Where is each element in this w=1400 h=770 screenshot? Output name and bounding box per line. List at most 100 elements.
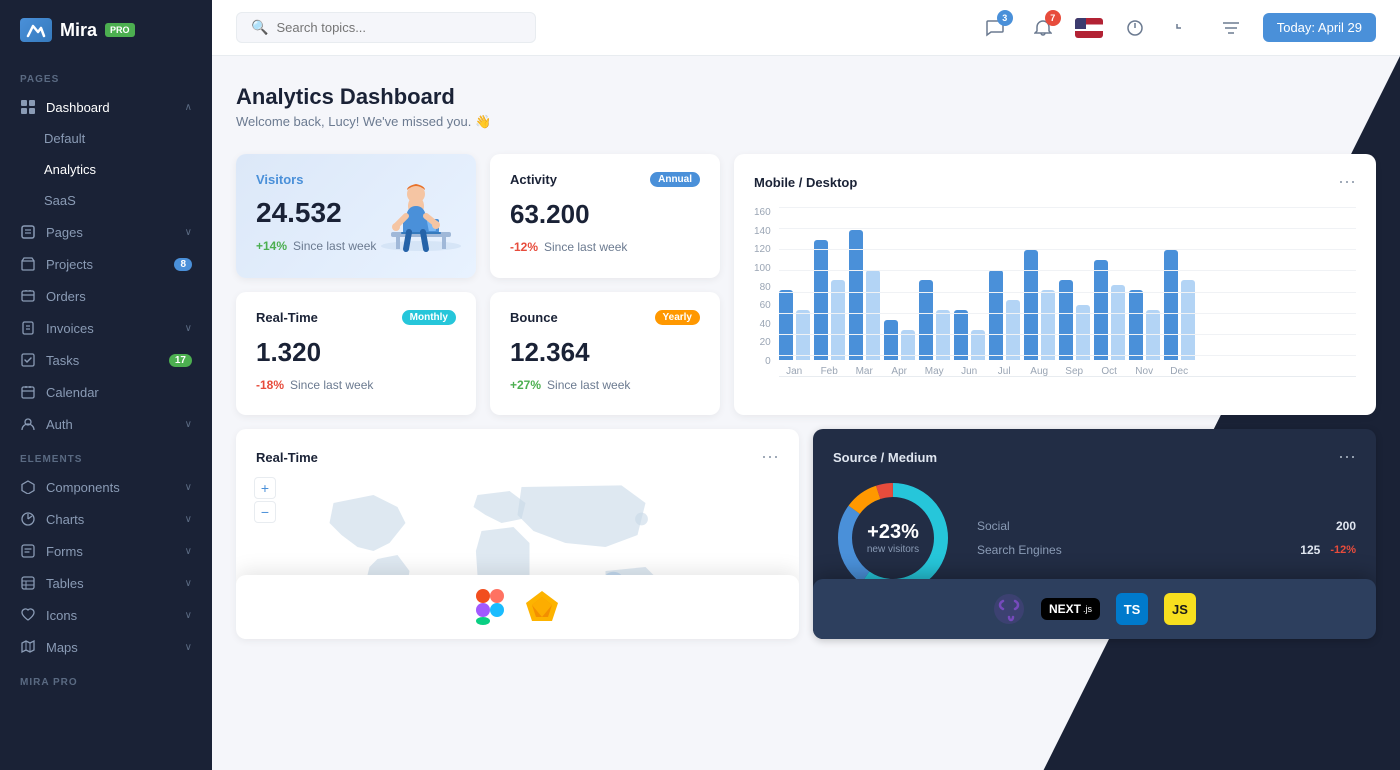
search-box[interactable]: 🔍 <box>236 12 536 43</box>
bar-aug-dark <box>1024 250 1038 360</box>
bar-may: May <box>919 280 950 377</box>
donut-pct: +23% <box>867 521 919 544</box>
sidebar-item-components[interactable]: Components ∨ <box>0 471 212 503</box>
donut-center: +23% new visitors <box>867 521 919 555</box>
notifications-button[interactable]: 7 <box>1027 12 1059 44</box>
topbar: 🔍 3 7 <box>212 0 1400 56</box>
sidebar-item-forms[interactable]: Forms ∨ <box>0 535 212 567</box>
messages-button[interactable]: 3 <box>979 12 1011 44</box>
bar-apr: Apr <box>884 320 915 377</box>
bounce-value: 12.364 <box>510 337 700 368</box>
activity-header: Activity Annual <box>510 172 700 187</box>
search-engines-change: -12% <box>1330 544 1356 556</box>
bar-oct: Oct <box>1094 260 1125 377</box>
sidebar-item-invoices[interactable]: Invoices ∨ <box>0 312 212 344</box>
source-row-social: Social 200 <box>977 519 1356 533</box>
bars-container: Jan Feb <box>779 207 1356 397</box>
bar-sep: Sep <box>1059 280 1090 377</box>
messages-badge: 3 <box>997 10 1013 26</box>
bar-jun: Jun <box>954 310 985 377</box>
sidebar-item-orders[interactable]: Orders <box>0 280 212 312</box>
grid-icon <box>20 99 36 115</box>
charts-icon <box>20 511 36 527</box>
sidebar-item-default[interactable]: Default <box>0 123 212 154</box>
orders-label: Orders <box>46 289 192 304</box>
forms-label: Forms <box>46 544 175 559</box>
map-more-icon[interactable]: ⋯ <box>761 447 779 468</box>
sidebar-item-icons[interactable]: Icons ∨ <box>0 599 212 631</box>
pages-label: Pages <box>46 225 175 240</box>
donut-label: new visitors <box>867 544 919 555</box>
map-zoom-in[interactable]: + <box>254 477 276 499</box>
search-engines-value: 125 <box>1300 543 1320 557</box>
charts-chevron: ∨ <box>185 514 192 525</box>
bar-aug: Aug <box>1024 250 1055 377</box>
main-area: 🔍 3 7 <box>212 0 1400 770</box>
page-header: Analytics Dashboard Welcome back, Lucy! … <box>236 84 1376 130</box>
icons-chevron: ∨ <box>185 610 192 621</box>
sidebar-item-dashboard[interactable]: Dashboard ∧ <box>0 91 212 123</box>
realtime-header: Real-Time Monthly <box>256 310 456 325</box>
tasks-badge: 17 <box>169 354 192 367</box>
realtime-title: Real-Time <box>256 310 318 325</box>
sidebar-item-tasks[interactable]: Tasks 17 <box>0 344 212 376</box>
page-content: Analytics Dashboard Welcome back, Lucy! … <box>212 56 1400 770</box>
visitors-change: +14% Since last week <box>256 239 456 253</box>
app-logo[interactable]: Mira PRO <box>0 0 212 60</box>
sidebar-item-tables[interactable]: Tables ∨ <box>0 567 212 599</box>
sidebar-item-maps[interactable]: Maps ∨ <box>0 631 212 663</box>
sidebar-item-pages[interactable]: Pages ∨ <box>0 216 212 248</box>
icons-label: Icons <box>46 608 175 623</box>
tables-chevron: ∨ <box>185 578 192 589</box>
today-button[interactable]: Today: April 29 <box>1263 13 1376 42</box>
activity-card: Activity Annual 63.200 -12% Since last w… <box>490 154 720 278</box>
heart-icon <box>20 607 36 623</box>
brand-logos-light <box>236 575 799 639</box>
bar-feb-dark <box>814 240 828 360</box>
projects-icon <box>20 256 36 272</box>
bar-may-light <box>936 310 950 360</box>
charts-label: Charts <box>46 512 175 527</box>
activity-change-label: Since last week <box>544 240 627 254</box>
content-inner: Analytics Dashboard Welcome back, Lucy! … <box>212 56 1400 770</box>
language-selector[interactable] <box>1075 18 1103 38</box>
sidebar-item-calendar[interactable]: Calendar <box>0 376 212 408</box>
sidebar-item-saas[interactable]: SaaS <box>0 185 212 216</box>
app-name: Mira <box>60 20 97 41</box>
sidebar-item-projects[interactable]: Projects 8 <box>0 248 212 280</box>
mobile-desktop-card: Mobile / Desktop ⋯ 160 140 120 100 80 60… <box>734 154 1376 415</box>
activity-value: 63.200 <box>510 199 700 230</box>
source-row-search: Search Engines 125 -12% <box>977 543 1356 557</box>
bar-apr-light <box>901 330 915 360</box>
search-input[interactable] <box>276 20 521 35</box>
visitors-change-label: Since last week <box>293 239 376 253</box>
refresh-button[interactable] <box>1167 12 1199 44</box>
visitors-title: Visitors <box>256 172 456 187</box>
bounce-change-label: Since last week <box>547 378 630 392</box>
page-title: Analytics Dashboard <box>236 84 491 110</box>
sidebar-item-auth[interactable]: Auth ∨ <box>0 408 212 440</box>
sidebar-item-analytics[interactable]: Analytics <box>0 154 212 185</box>
default-label: Default <box>44 131 192 146</box>
chart-more-icon[interactable]: ⋯ <box>1338 172 1356 193</box>
realtime-value: 1.320 <box>256 337 456 368</box>
bar-jul-light <box>1006 300 1020 360</box>
invoices-icon <box>20 320 36 336</box>
bounce-badge: Yearly <box>655 310 700 325</box>
components-label: Components <box>46 480 175 495</box>
sidebar-item-charts[interactable]: Charts ∨ <box>0 503 212 535</box>
analytics-label: Analytics <box>44 162 192 177</box>
map-zoom-out[interactable]: − <box>254 501 276 523</box>
bounce-change-pct: +27% <box>510 378 541 392</box>
power-button[interactable] <box>1119 12 1151 44</box>
social-value: 200 <box>1336 519 1356 533</box>
activity-badge: Annual <box>650 172 700 187</box>
maps-icon <box>20 639 36 655</box>
bar-mar-dark <box>849 230 863 360</box>
map-card-header: Real-Time ⋯ <box>256 447 779 468</box>
search-icon: 🔍 <box>251 19 268 36</box>
elements-section-label: ELEMENTS <box>0 440 212 471</box>
filter-button[interactable] <box>1215 12 1247 44</box>
source-more-icon[interactable]: ⋯ <box>1338 447 1356 468</box>
source-medium-card: Source / Medium ⋯ <box>813 429 1376 639</box>
